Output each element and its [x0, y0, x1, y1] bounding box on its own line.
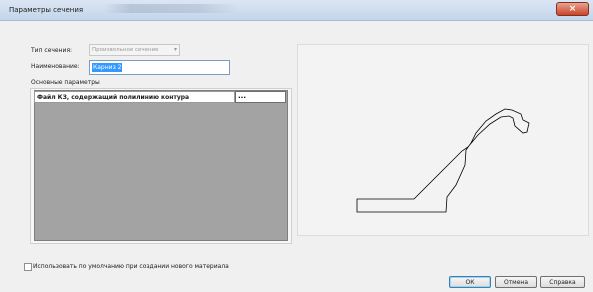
title-blur [104, 4, 238, 13]
section-parameters-dialog: Параметры сечения × Тип сечения: Произво… [0, 0, 593, 292]
params-group-label: Основные параметры [31, 79, 100, 86]
section-type-combo[interactable]: Произвольное сечение ▾ [89, 44, 180, 56]
name-input[interactable]: Карниз 2 [89, 60, 230, 75]
name-label: Наименование: [31, 63, 80, 70]
chevron-down-icon: ▾ [173, 46, 177, 53]
param-row-value-cell[interactable]: ... [235, 91, 286, 103]
params-grid [34, 90, 288, 241]
use-default-checkbox[interactable] [24, 263, 32, 271]
section-type-value: Произвольное сечение [92, 47, 159, 53]
title-bar: Параметры сечения × [0, 0, 593, 21]
close-button[interactable]: × [556, 2, 589, 16]
name-input-value: Карниз 2 [92, 63, 123, 72]
close-icon: × [568, 4, 577, 14]
ok-button[interactable]: ОК [449, 276, 491, 288]
section-type-label: Тип сечения: [31, 47, 73, 54]
param-row-label: Файл КЗ, содержащий полилинию контура [37, 94, 190, 101]
use-default-checkbox-label[interactable]: Использовать по умолчанию при создании н… [33, 263, 229, 270]
param-row-label-cell[interactable]: Файл КЗ, содержащий полилинию контура [34, 91, 235, 103]
window-title: Параметры сечения [9, 6, 84, 14]
cancel-button[interactable]: Отмена [495, 276, 537, 288]
section-preview-panel [297, 44, 589, 236]
help-button[interactable]: Справка [540, 276, 585, 288]
browse-ellipsis-button[interactable]: ... [238, 92, 246, 100]
